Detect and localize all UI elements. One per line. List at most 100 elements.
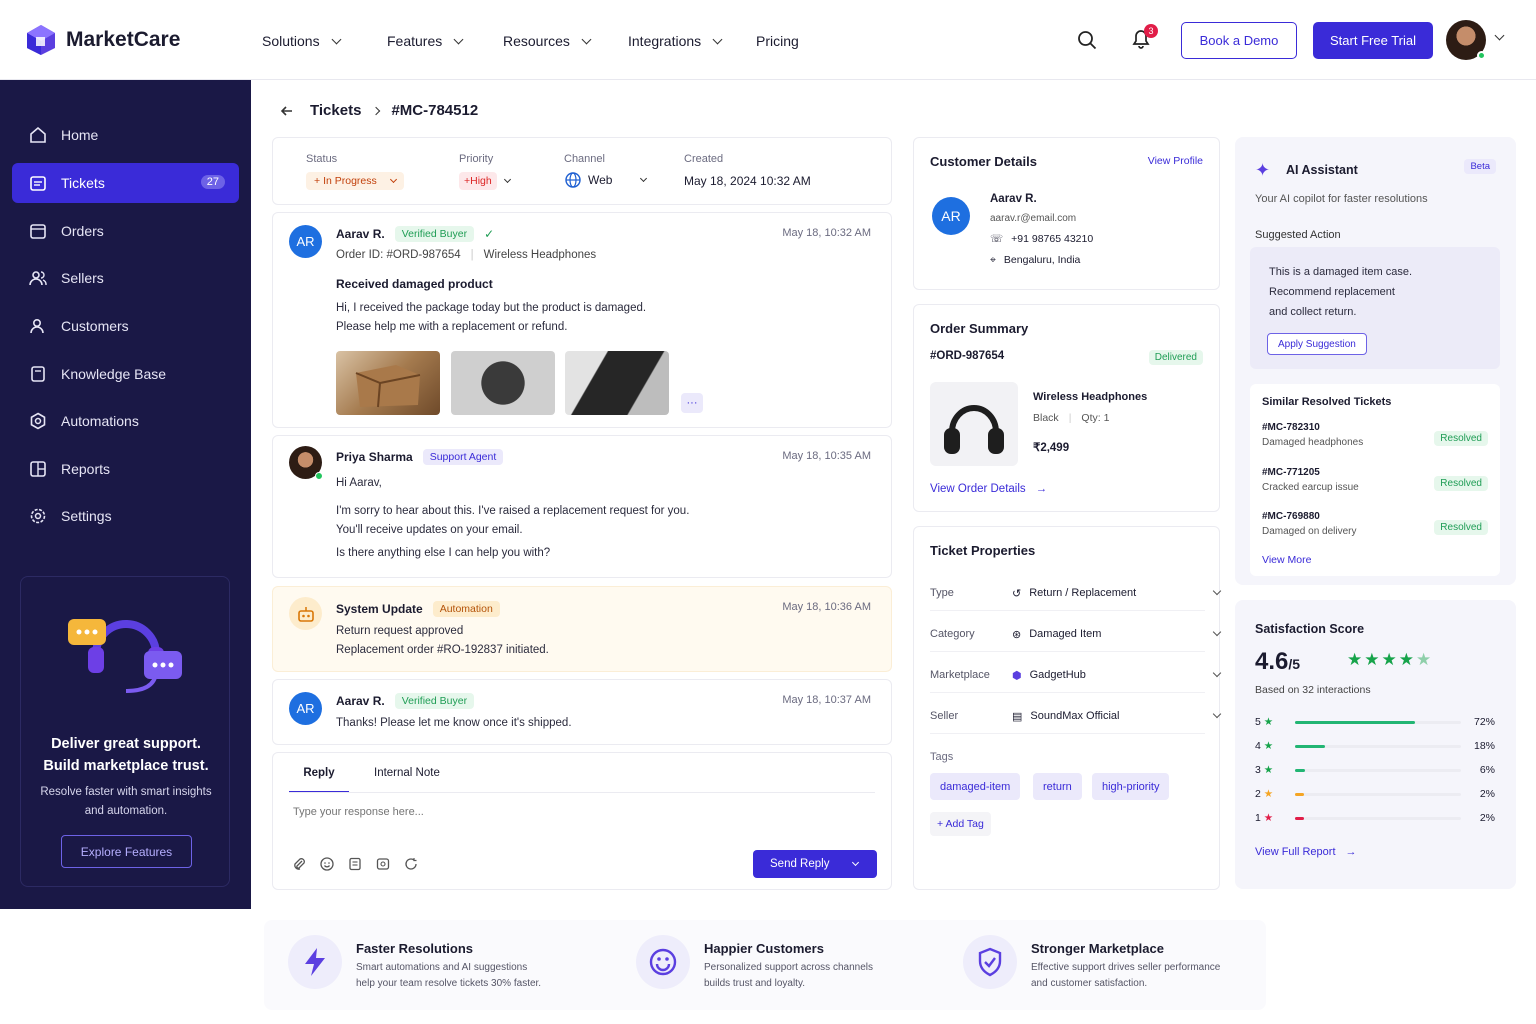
nav-solutions[interactable]: Solutions [262,33,342,49]
smile-icon [636,935,690,989]
tag-chip[interactable]: return [1033,773,1082,800]
attachment-icon[interactable] [292,857,306,871]
apply-suggestion-button[interactable]: Apply Suggestion [1267,333,1367,355]
similar-ticket-item[interactable]: #MC-771205 Cracked earcup issue Resolved [1262,467,1488,493]
sidebar: Home Tickets 27 Orders Sellers Customers … [0,80,251,909]
rating-label: 1 ★ [1255,812,1274,824]
view-more-link[interactable]: View More [1262,554,1311,566]
suggestion-line: and collect return. [1269,306,1357,318]
attachment-thumbnail[interactable] [336,351,440,415]
nav-label: Solutions [262,33,320,49]
add-tag-button[interactable]: + Add Tag [930,812,991,836]
sidebar-item-reports[interactable]: Reports [12,449,239,489]
support-agent-badge: Support Agent [422,449,504,465]
brand-logo[interactable]: MarketCare [26,24,180,56]
nav-resources[interactable]: Resources [503,33,592,49]
attachment-thumbnail[interactable] [565,351,669,415]
rating-percent: 6% [1479,764,1495,776]
property-type[interactable]: Type ↺ Return / Replacement [930,578,1222,608]
promo-title-line: Deliver great support. [51,736,201,752]
sidebar-item-automations[interactable]: Automations [12,401,239,441]
message-time: May 18, 10:35 AM [782,450,871,462]
property-seller[interactable]: Seller ▤ SoundMax Official [930,701,1222,731]
nav-pricing[interactable]: Pricing [756,33,799,49]
back-arrow-icon[interactable] [280,104,294,118]
similar-ticket-item[interactable]: #MC-769880 Damaged on delivery Resolved [1262,511,1488,537]
property-category[interactable]: Category ⊛ Damaged Item [930,619,1222,649]
phone-icon: ☏ [990,233,1004,245]
sidebar-item-customers[interactable]: Customers [12,306,239,346]
message-header: Aarav R. Verified Buyer [336,693,475,709]
card-title: Order Summary [930,321,1029,336]
send-reply-button[interactable]: Send Reply [753,850,877,878]
feature-line: builds trust and loyalty. [704,978,805,989]
sidebar-item-settings[interactable]: Settings [12,496,239,536]
tab-reply[interactable]: Reply [289,767,349,793]
refresh-icon[interactable] [404,857,418,871]
sidebar-item-home[interactable]: Home [12,115,239,155]
message-line: Replacement order #RO-192837 initiated. [336,644,549,656]
chevron-down-icon[interactable] [1494,30,1505,41]
sidebar-item-orders[interactable]: Orders [12,211,239,251]
user-avatar[interactable] [1446,20,1486,60]
message-line: Hi Aarav, [336,477,382,489]
suggestion-text: This is a damaged item case. Recommend re… [1269,262,1412,322]
message-header: System Update Automation [336,601,500,617]
feature-desc: Effective support drives seller performa… [1031,960,1220,992]
property-marketplace[interactable]: Marketplace ⬢ GadgetHub [930,660,1222,690]
view-full-report-link[interactable]: View Full Report → [1255,846,1357,858]
start-trial-button[interactable]: Start Free Trial [1313,22,1433,59]
rating-bar-row: 1 ★ 2% [1255,810,1495,826]
view-order-details-link[interactable]: View Order Details → [930,483,1047,495]
channel-dropdown[interactable]: Web [565,172,648,188]
divider [289,792,875,793]
attachment-thumbnail[interactable] [451,351,555,415]
chevron-down-icon[interactable] [851,858,860,866]
link-label: View Order Details [930,483,1026,495]
tab-internal-note[interactable]: Internal Note [374,767,440,779]
top-header: MarketCare Solutions Features Resources … [0,0,1536,80]
similar-ticket-item[interactable]: #MC-782310 Damaged headphones Resolved [1262,422,1488,448]
link-label: View Full Report [1255,846,1336,858]
nav-integrations[interactable]: Integrations [628,33,723,49]
shield-check-icon [963,935,1017,989]
canned-response-icon[interactable] [376,857,390,871]
more-attachments-button[interactable]: ··· [681,393,703,413]
location-pin-icon: ⌖ [990,254,996,266]
property-value: ↺ Return / Replacement [1012,587,1214,600]
property-value: ⬢ GadgetHub [1012,669,1214,682]
template-icon[interactable] [348,857,362,871]
damaged-box-image [355,365,421,408]
reply-input[interactable] [293,803,853,821]
property-value: ▤ SoundMax Official [1012,710,1214,723]
tag-chip[interactable]: high-priority [1092,773,1170,800]
emoji-icon[interactable] [320,857,334,871]
sidebar-item-knowledge-base[interactable]: Knowledge Base [12,354,239,394]
message-card: AR Aarav R. Verified Buyer ✓ May 18, 10:… [272,212,892,428]
status-dropdown[interactable]: + In Progress [306,172,404,190]
rating-bar-track [1295,768,1461,772]
book-demo-button[interactable]: Book a Demo [1181,22,1297,59]
promo-title: Deliver great support. Build marketplace … [21,733,231,777]
view-profile-link[interactable]: View Profile [1148,155,1203,167]
breadcrumb-parent[interactable]: Tickets [310,102,361,119]
lightning-icon [288,935,342,989]
search-icon[interactable] [1077,30,1097,50]
message-line: Hi, I received the package today but the… [336,302,647,314]
sidebar-item-tickets[interactable]: Tickets 27 [12,163,239,203]
channel-label: Channel [564,153,605,165]
customer-email: aarav.r@email.com [990,213,1077,224]
notification-bell[interactable]: 3 [1130,24,1158,53]
priority-dropdown[interactable]: +High [459,172,511,190]
rating-bar-track [1295,816,1461,820]
feature-title: Faster Resolutions [356,941,474,956]
customer-name: Aarav R. [990,193,1037,205]
chevron-down-icon [503,175,511,183]
breadcrumb-current: #MC-784512 [391,102,479,119]
tag-chip[interactable]: damaged-item [930,773,1021,800]
sidebar-item-sellers[interactable]: Sellers [12,258,239,298]
nav-features[interactable]: Features [387,33,464,49]
customer-avatar: AR [932,197,970,235]
explore-features-button[interactable]: Explore Features [61,835,192,868]
star-icon: ★ [1398,650,1414,669]
